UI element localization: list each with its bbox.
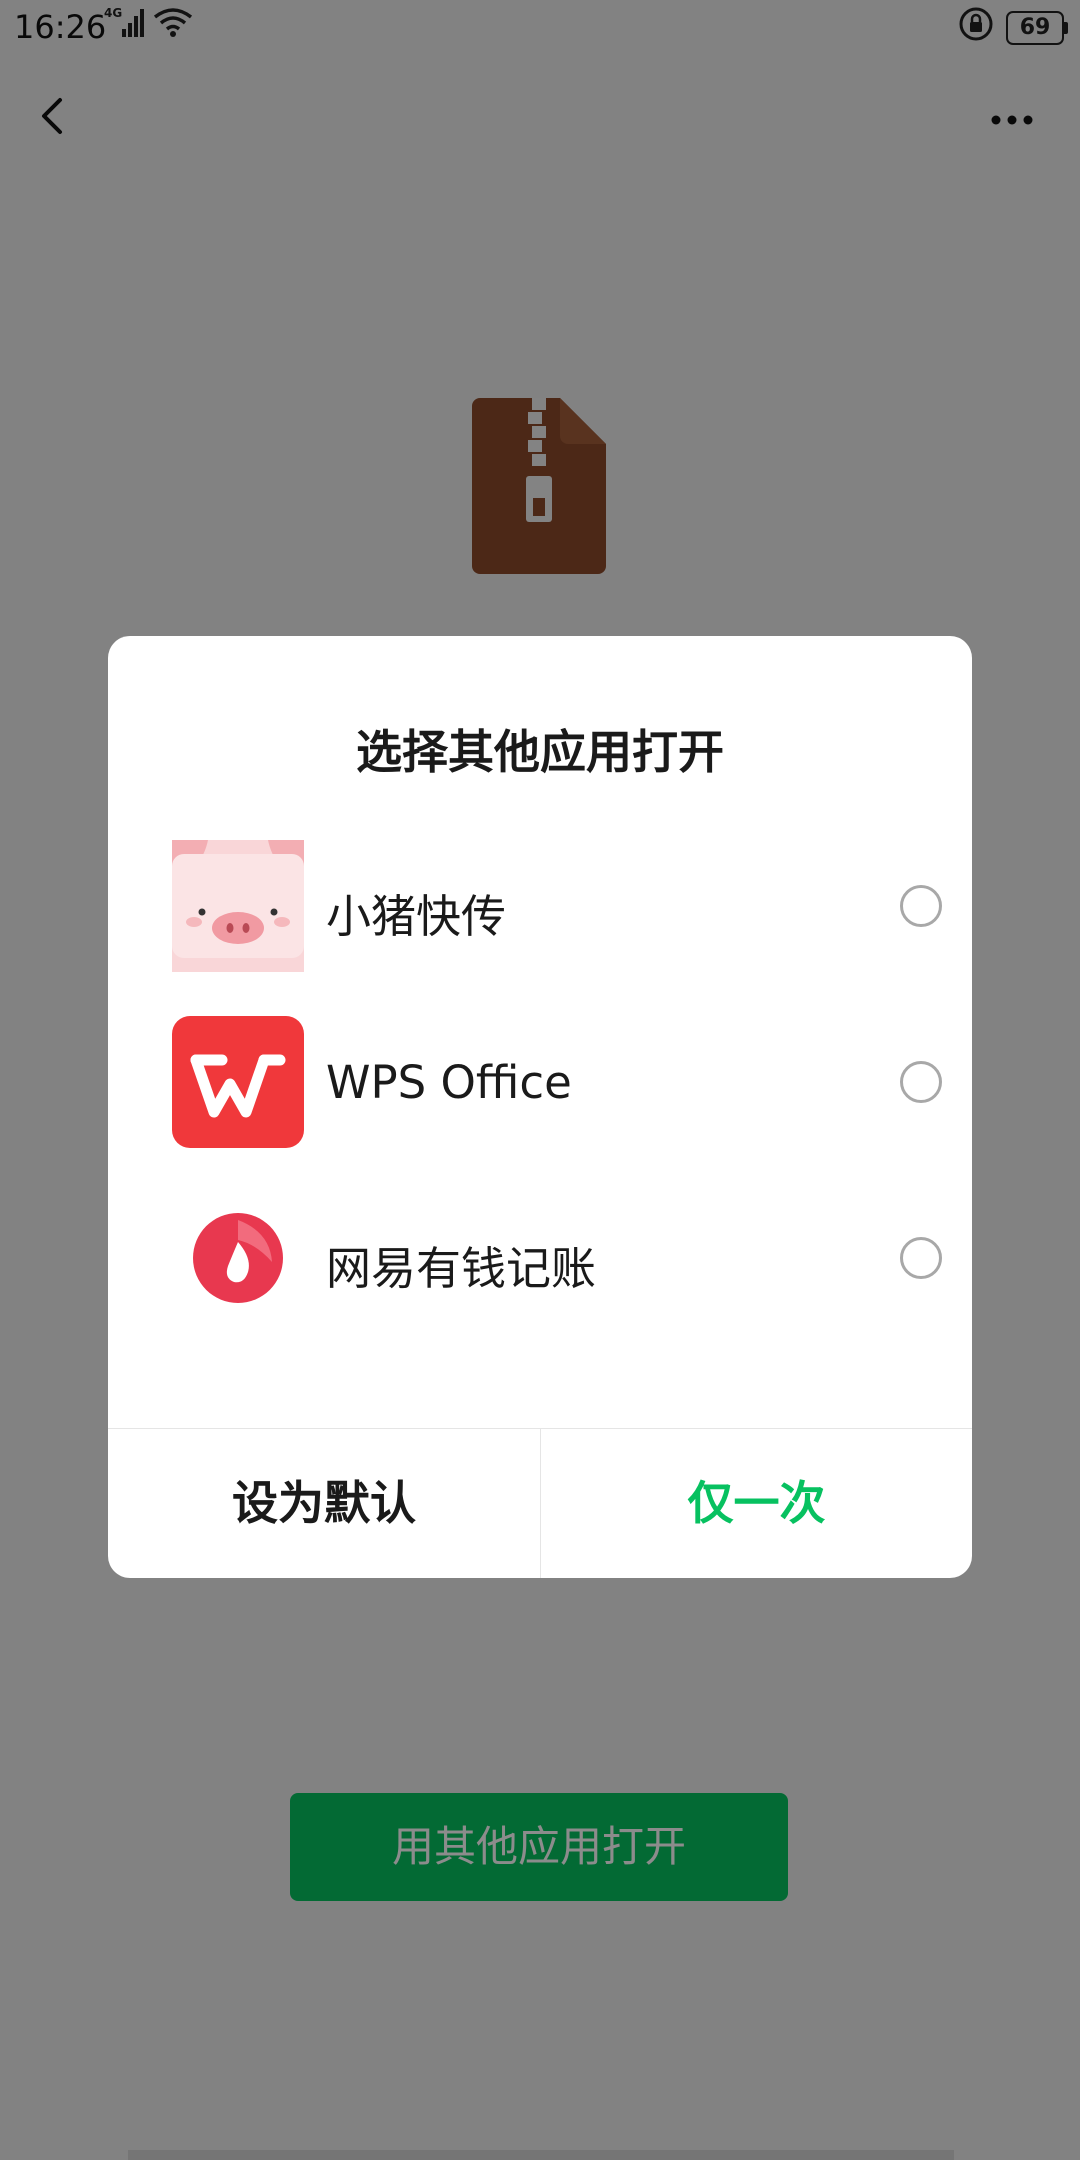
wps-icon (172, 1016, 304, 1148)
set-default-button[interactable]: 设为默认 (108, 1429, 540, 1578)
app-label-pig: 小猪快传 (326, 890, 507, 943)
netease-money-icon (172, 1192, 304, 1324)
app-option-wps[interactable]: WPS Office (172, 1016, 942, 1148)
dialog-title: 选择其他应用打开 (356, 725, 724, 779)
radio-wps[interactable] (900, 1061, 942, 1103)
app-label-netease-money: 网易有钱记账 (326, 1242, 597, 1295)
just-once-button[interactable]: 仅一次 (541, 1429, 972, 1578)
radio-netease-money[interactable] (900, 1237, 942, 1279)
app-option-pig[interactable]: 小猪快传 (172, 840, 942, 972)
radio-pig[interactable] (900, 885, 942, 927)
pig-icon (172, 840, 304, 972)
app-label-wps: WPS Office (326, 1056, 572, 1109)
app-option-netease-money[interactable]: 网易有钱记账 (172, 1192, 942, 1324)
app-chooser-dialog: 选择其他应用打开 小猪快传 WPS Office 网易有钱记账 设为默认 仅一次 (108, 636, 972, 1578)
